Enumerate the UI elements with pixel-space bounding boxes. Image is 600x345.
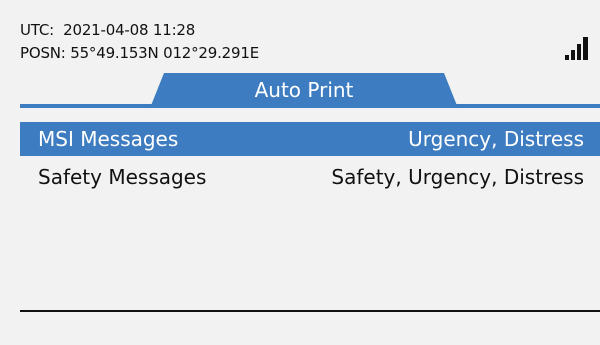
device-screen: UTC: 2021-04-08 11:28 POSN: 55°49.153N 0… xyxy=(0,0,600,345)
menu-item-label: Safety Messages xyxy=(38,165,207,189)
signal-strength-icon xyxy=(565,37,588,60)
utc-label: UTC: xyxy=(20,21,54,39)
menu-item-safety-messages[interactable]: Safety Messages Safety, Urgency, Distres… xyxy=(20,160,600,194)
menu-item-msi-messages[interactable]: MSI Messages Urgency, Distress xyxy=(20,122,600,156)
bottom-divider xyxy=(20,310,600,312)
menu-item-value: Safety, Urgency, Distress xyxy=(331,165,584,189)
menu-item-value: Urgency, Distress xyxy=(408,127,584,151)
posn-value: 55°49.153N 012°29.291E xyxy=(70,44,259,62)
utc-value: 2021-04-08 11:28 xyxy=(63,21,196,39)
position-readout: POSN: 55°49.153N 012°29.291E xyxy=(20,44,259,62)
tab-auto-print[interactable]: Auto Print xyxy=(150,73,458,108)
utc-time-readout: UTC: 2021-04-08 11:28 xyxy=(20,21,195,39)
posn-label: POSN: xyxy=(20,44,66,62)
menu-item-label: MSI Messages xyxy=(38,127,179,151)
